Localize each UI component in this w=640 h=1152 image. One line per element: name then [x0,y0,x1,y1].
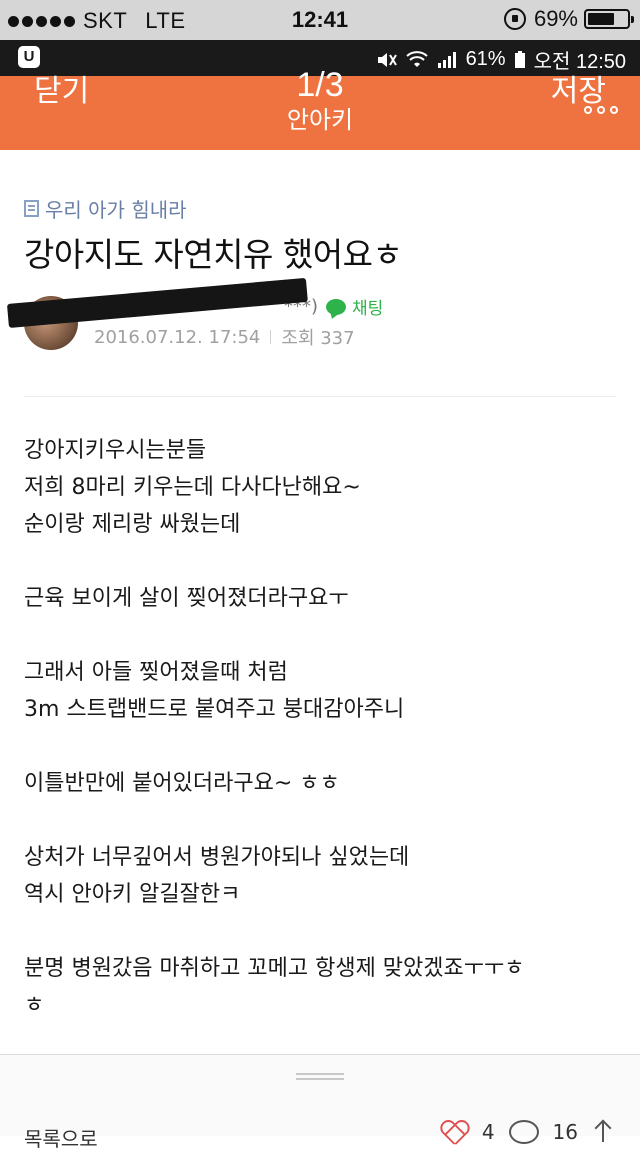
like-count: 4 [481,1120,495,1144]
app-logo-icon: U [18,46,40,68]
ios-status-bar: SKT LTE 12:41 69% [0,0,640,40]
body-line: 역시 안아키 알길잘한ㅋ [24,882,241,907]
share-icon[interactable] [592,1120,614,1144]
content-divider [24,396,616,397]
rotation-lock-icon [503,8,526,30]
redaction-mark [6,277,308,328]
body-line: 그래서 아들 찢어졌을때 처럼 [24,660,288,685]
post-title: 강아지도 자연치유 했어요ㅎ [24,235,403,274]
chat-label: 채팅 [352,299,384,319]
body-line: 3m 스트랩밴드로 붙여주고 붕대감아주니 [24,697,405,722]
app-header: 닫기 1/3 안아키 저장 [0,66,640,150]
battery-icon [584,9,634,29]
body-line: 강아지키우시는분들 [24,438,207,463]
battery-percent: 69% [533,6,578,31]
body-line: 이틀반만에 붙어있더라구요~ ㅎㅎ [24,771,340,796]
body-line: 상처가 너무깊어서 병원가야되나 싶었는데 [24,845,410,870]
board-name: 우리 아가 힘내라 [45,198,187,222]
save-button[interactable]: 저장 [551,66,606,110]
list-button[interactable]: 목록으로 [24,1123,98,1152]
chat-button[interactable]: 채팅 [326,294,383,319]
body-line: 근육 보이게 살이 찢어졌더라구요ㅜ [24,586,349,611]
action-buttons: 4 16 [440,1119,614,1145]
body-line: 분명 병원갔음 마취하고 꼬메고 항생제 맞았겠죠ㅜㅜㅎ [24,956,525,981]
more-options-icon[interactable] [584,106,618,114]
comment-icon[interactable] [508,1120,539,1144]
body-line: 순이랑 제리랑 싸웠는데 [24,512,241,537]
battery-info: 69% [503,6,634,32]
meta-divider [270,330,272,344]
post-date: 2016.07.12. 17:54 [94,326,261,348]
board-link[interactable]: 우리 아가 힘내라 [24,194,187,223]
board-icon [24,200,39,217]
chat-bubble-icon [326,298,347,315]
cafe-name[interactable]: 안아키 [0,100,640,135]
heart-icon[interactable] [440,1119,468,1145]
bottom-bar: 목록으로 4 16 [0,1055,640,1151]
view-count: 조회 337 [281,328,355,349]
post-body: 강아지키우시는분들저희 8마리 키우는데 다사다난해요~ 순이랑 제리랑 싸웠는데… [24,432,616,1024]
post-meta: 2016.07.12. 17:54 조회 337 [94,324,355,350]
body-line: ㅎ [24,993,45,1018]
drag-handle-icon[interactable] [296,1073,344,1080]
comment-count: 16 [552,1120,578,1144]
body-line: 저희 8마리 키우는데 다사다난해요~ [24,475,361,500]
